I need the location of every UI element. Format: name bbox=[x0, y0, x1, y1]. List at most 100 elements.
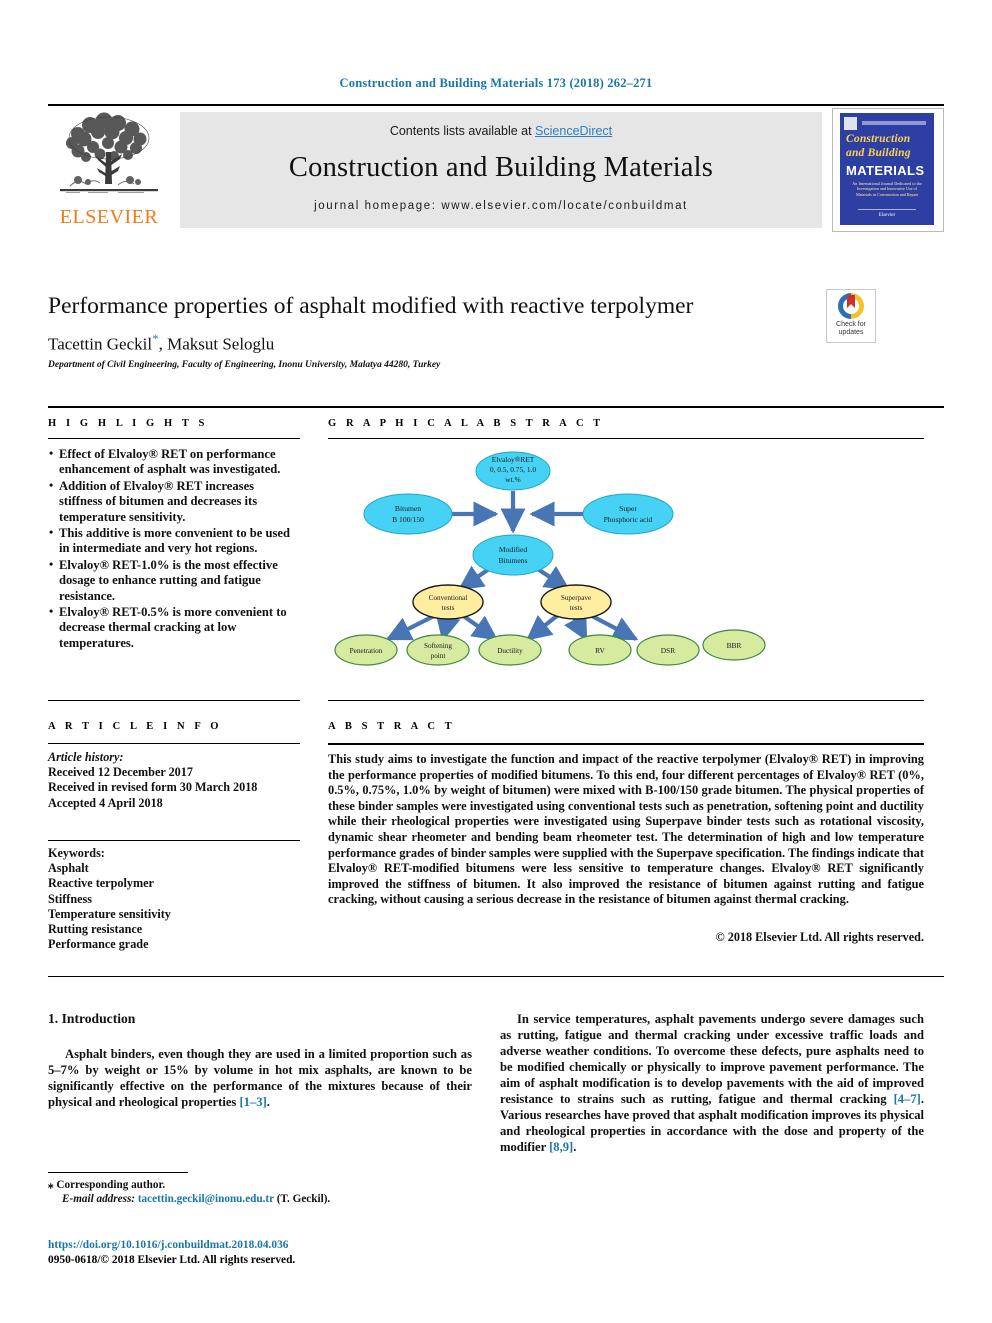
svg-text:Conventional: Conventional bbox=[429, 594, 468, 602]
article-history-accepted: Accepted 4 April 2018 bbox=[48, 795, 163, 810]
diagram-node-penetration: Penetration bbox=[334, 634, 398, 666]
contents-prefix: Contents lists available at bbox=[389, 124, 536, 138]
diagram-node-bitumen: Bitumen B 100/150 bbox=[363, 493, 453, 535]
footnote-block: ⁎ Corresponding author. E-mail address: … bbox=[48, 1178, 472, 1206]
graphical-abstract-heading: G R A P H I C A L A B S T R A C T bbox=[328, 418, 604, 429]
list-item: This additive is more convenient to be u… bbox=[48, 525, 300, 557]
diagram-node-rv: RV bbox=[568, 634, 632, 666]
abstract-text: This study aims to investigate the funct… bbox=[328, 752, 924, 907]
section-heading-introduction: 1. Introduction bbox=[48, 1011, 136, 1026]
citation-ref[interactable]: [8,9] bbox=[549, 1140, 573, 1154]
keywords-block: Keywords: Asphalt Reactive terpolymer St… bbox=[48, 846, 300, 952]
svg-text:Super: Super bbox=[619, 504, 637, 513]
svg-text:Ductility: Ductility bbox=[497, 647, 523, 655]
keyword-item: Performance grade bbox=[48, 937, 149, 952]
article-history-revised: Received in revised form 30 March 2018 bbox=[48, 780, 258, 795]
cover-divider bbox=[858, 209, 916, 210]
article-history: Article history: Received 12 December 20… bbox=[48, 750, 300, 811]
masthead-panel: Contents lists available at ScienceDirec… bbox=[180, 112, 822, 228]
crossmark-bookmark-icon bbox=[847, 295, 855, 308]
highlight-text: Effect of Elvaloy® RET on performance en… bbox=[59, 447, 281, 477]
diagram-node-elvaloy: Elvaloy®RET 0, 0.5, 0.75, 1.0 wt.% bbox=[475, 451, 551, 491]
abstract-heading: A B S T R A C T bbox=[328, 721, 456, 732]
journal-cover-thumbnail: Construction and Building MATERIALS An I… bbox=[832, 108, 944, 232]
divider-abstract bbox=[328, 743, 924, 745]
crossmark-label: Check for updates bbox=[836, 321, 866, 336]
flowchart-diagram: Elvaloy®RET 0, 0.5, 0.75, 1.0 wt.% Bitum… bbox=[334, 451, 766, 666]
svg-text:Elvaloy®RET: Elvaloy®RET bbox=[492, 455, 535, 464]
diagram-node-conventional-tests: Conventional tests bbox=[412, 584, 484, 620]
keyword-item: Asphalt bbox=[48, 861, 89, 876]
divider-above-highlights bbox=[48, 406, 944, 408]
author-rest: , Maksut Seloglu bbox=[158, 334, 275, 354]
svg-text:DSR: DSR bbox=[661, 646, 675, 655]
corresponding-author-note: ⁎ Corresponding author. bbox=[48, 1178, 472, 1192]
cover-blurb: An International Journal Dedicated to th… bbox=[852, 181, 922, 197]
cover-title-line-3: MATERIALS bbox=[846, 163, 925, 178]
body-column-left: Asphalt binders, even though they are us… bbox=[48, 1046, 472, 1110]
email-label: E-mail address: bbox=[62, 1193, 136, 1206]
highlight-text: Addition of Elvaloy® RET increases stiff… bbox=[59, 478, 258, 524]
paper-page: Construction and Building Materials 173 … bbox=[0, 0, 992, 1323]
copyright-line: © 2018 Elsevier Ltd. All rights reserved… bbox=[715, 930, 924, 944]
diagram-node-modified-bitumens: Modified Bitumens bbox=[472, 534, 554, 576]
list-item: Effect of Elvaloy® RET on performance en… bbox=[48, 446, 300, 478]
keyword-item: Reactive terpolymer bbox=[48, 876, 154, 891]
list-item: Elvaloy® RET-0.5% is more convenient to … bbox=[48, 604, 300, 651]
svg-text:B 100/150: B 100/150 bbox=[392, 515, 424, 524]
issn-copyright: 0950-0618/© 2018 Elsevier Ltd. All right… bbox=[48, 1253, 296, 1266]
doi-link[interactable]: https://doi.org/10.1016/j.conbuildmat.20… bbox=[48, 1238, 472, 1253]
cover-title-line-2: and Building bbox=[846, 147, 911, 159]
diagram-node-superpave-tests: Superpave tests bbox=[540, 584, 612, 620]
svg-text:Penetration: Penetration bbox=[350, 647, 383, 655]
highlights-ul: Effect of Elvaloy® RET on performance en… bbox=[48, 446, 300, 651]
svg-text:0, 0.5, 0.75, 1.0: 0, 0.5, 0.75, 1.0 bbox=[490, 465, 536, 474]
svg-text:Softening: Softening bbox=[424, 642, 452, 650]
divider-above-article-info bbox=[48, 700, 300, 701]
sciencedirect-link[interactable]: ScienceDirect bbox=[535, 124, 612, 138]
citation-ref[interactable]: [4–7] bbox=[894, 1092, 921, 1106]
crossmark-ring-icon bbox=[838, 293, 864, 319]
cover-footer: Elsevier bbox=[878, 213, 896, 218]
article-history-received: Received 12 December 2017 bbox=[48, 765, 193, 780]
email-line: E-mail address: tacettin.geckil@inonu.ed… bbox=[48, 1192, 472, 1206]
diagram-node-super-phosphoric-acid: Super Phosphoric acid bbox=[582, 493, 674, 535]
affiliation: Department of Civil Engineering, Faculty… bbox=[48, 360, 441, 370]
journal-homepage[interactable]: journal homepage: www.elsevier.com/locat… bbox=[180, 200, 822, 212]
crossmark-badge[interactable]: Check for updates bbox=[826, 289, 876, 343]
divider-article-info bbox=[48, 743, 300, 744]
cover-title-line-1: Construction bbox=[846, 133, 911, 145]
svg-text:Modified: Modified bbox=[499, 545, 527, 554]
divider-below-abstract bbox=[48, 976, 944, 977]
svg-text:Phosphoric acid: Phosphoric acid bbox=[604, 515, 653, 524]
paragraph-text-end: . bbox=[266, 1095, 270, 1109]
svg-text:point: point bbox=[431, 652, 446, 660]
cover-publisher-mark-icon bbox=[844, 117, 857, 130]
highlight-text: Elvaloy® RET-0.5% is more convenient to … bbox=[59, 605, 287, 650]
footnote-marker: ⁎ bbox=[48, 1179, 54, 1191]
article-info-heading: A R T I C L E I N F O bbox=[48, 721, 223, 732]
author-list: Tacettin Geckil*, Maksut Seloglu bbox=[48, 331, 818, 355]
page-title: Performance properties of asphalt modifi… bbox=[48, 293, 694, 319]
article-history-label: Article history: bbox=[48, 750, 124, 764]
svg-text:BBR: BBR bbox=[727, 641, 742, 650]
svg-text:tests: tests bbox=[570, 604, 583, 612]
email-suffix: (T. Geckil). bbox=[276, 1193, 331, 1206]
contents-line: Contents lists available at ScienceDirec… bbox=[180, 112, 822, 138]
divider-above-abstract bbox=[328, 700, 924, 701]
keyword-item: Rutting resistance bbox=[48, 922, 143, 937]
doi-block: https://doi.org/10.1016/j.conbuildmat.20… bbox=[48, 1238, 472, 1267]
running-head: Construction and Building Materials 173 … bbox=[339, 76, 653, 90]
paragraph-text-end: . bbox=[573, 1140, 577, 1154]
journal-cover-art: Construction and Building MATERIALS An I… bbox=[840, 113, 934, 225]
journal-title: Construction and Building Materials bbox=[288, 152, 714, 183]
highlight-text: Elvaloy® RET-1.0% is the most effective … bbox=[59, 557, 278, 603]
keyword-item: Stiffness bbox=[48, 891, 93, 906]
highlights-heading: H I G H L I G H T S bbox=[48, 418, 208, 429]
graphical-abstract-figure: Elvaloy®RET 0, 0.5, 0.75, 1.0 wt.% Bitum… bbox=[328, 447, 924, 669]
keyword-item: Temperature sensitivity bbox=[48, 906, 171, 921]
email-link[interactable]: tacettin.geckil@inonu.edu.tr bbox=[138, 1193, 274, 1205]
elsevier-tree-icon bbox=[60, 112, 158, 193]
divider-highlights bbox=[48, 438, 300, 439]
citation-ref[interactable]: [1–3] bbox=[239, 1095, 266, 1109]
